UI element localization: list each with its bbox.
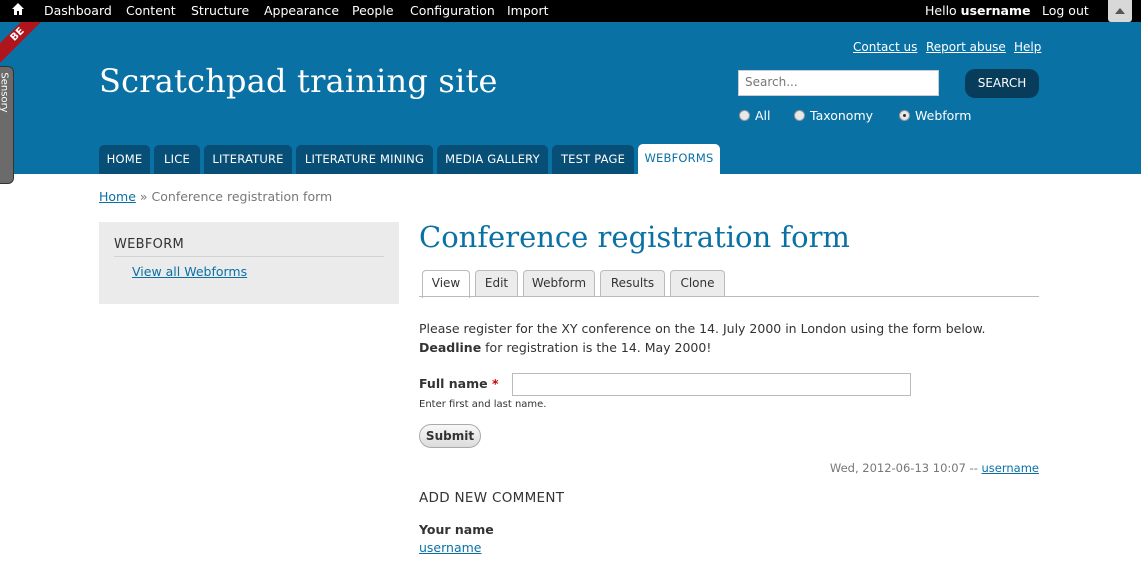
toolbar-appearance[interactable]: Appearance [264,3,339,18]
site-header: BE Sensory Scratchpad training site Cont… [0,22,1141,184]
deadline-text: for registration is the 14. May 2000! [481,340,712,355]
tab-webforms[interactable]: WEBFORMS [638,144,720,174]
breadcrumb-home-link[interactable]: Home [99,189,136,204]
breadcrumb-current: Conference registration form [151,189,333,204]
toolbar-dashboard[interactable]: Dashboard [44,3,112,18]
breadcrumb: Home » Conference registration form [99,189,332,204]
required-marker: * [491,376,499,391]
tab-literature[interactable]: LITERATURE [204,145,292,174]
search-scope-webform[interactable]: Webform [899,108,971,123]
site-name[interactable]: Scratchpad training site [99,62,498,100]
intro-line-1: Please register for the XY conference on… [419,321,986,336]
search-scope-taxonomy[interactable]: Taxonomy [794,108,873,123]
side-feedback-tab[interactable]: Sensory [0,66,14,184]
radio-icon [794,110,805,121]
full-name-label: Full name * [419,376,498,391]
tab-webform[interactable]: Webform [523,270,595,297]
add-comment-heading: ADD NEW COMMENT [419,490,565,506]
your-name-user-link[interactable]: username [419,540,482,555]
block-title: WEBFORM [114,237,185,252]
report-abuse-link[interactable]: Report abuse [926,40,1006,54]
side-tab-label: Sensory [0,72,10,113]
deadline-label: Deadline [419,340,482,355]
toolbar-configuration[interactable]: Configuration [410,3,495,18]
search-button[interactable]: SEARCH [965,69,1039,98]
submitted-date: Wed, 2012-06-13 10:07 -- [829,461,978,475]
full-name-description: Enter first and last name. [419,399,547,410]
toolbar-greeting: Hello username [925,3,1031,18]
toolbar-logout[interactable]: Log out [1042,3,1089,18]
tab-edit[interactable]: Edit [475,270,518,297]
toolbar-import[interactable]: Import [507,3,549,18]
tab-home[interactable]: HOME [99,145,150,174]
radio-label: All [755,108,771,123]
search-input[interactable]: Search... [738,70,939,96]
view-all-webforms-link[interactable]: View all Webforms [132,264,247,279]
radio-icon [739,110,750,121]
full-name-input[interactable] [512,373,911,396]
block-divider [114,256,384,257]
toolbar-structure[interactable]: Structure [191,3,249,18]
greeting-prefix: Hello [925,3,957,18]
page-title: Conference registration form [419,220,850,254]
tab-lice[interactable]: LICE [154,145,200,174]
home-icon[interactable] [11,2,25,16]
submit-button[interactable]: Submit [419,424,481,448]
toolbar-username[interactable]: username [961,3,1031,18]
radio-label: Taxonomy [810,108,874,123]
toolbar-toggle-button[interactable] [1108,0,1132,22]
admin-toolbar: Dashboard Content Structure Appearance P… [0,0,1141,22]
radio-selected-icon [899,110,910,121]
contact-us-link[interactable]: Contact us [853,40,917,54]
tab-view[interactable]: View [422,270,470,298]
submitted-user-link[interactable]: username [982,461,1040,475]
help-link[interactable]: Help [1014,40,1041,54]
sidebar-webform-block: WEBFORM View all Webforms [99,222,399,304]
intro-line-2: Deadline for registration is the 14. May… [419,338,1039,357]
tabs-divider [419,296,1039,297]
tab-media-gallery[interactable]: MEDIA GALLERY [437,145,548,174]
tab-literature-mining[interactable]: LITERATURE MINING [296,145,433,174]
search-scope-all[interactable]: All [739,108,771,123]
breadcrumb-separator: » [139,189,148,204]
toolbar-people[interactable]: People [352,3,394,18]
environment-ribbon: BE [0,22,44,66]
submitted-info: Wed, 2012-06-13 10:07 -- username [830,461,1039,475]
tab-clone[interactable]: Clone [670,270,725,297]
tab-test-page[interactable]: TEST PAGE [552,145,634,174]
full-name-label-text: Full name [419,376,488,391]
your-name-label: Your name [419,522,494,537]
tab-results[interactable]: Results [600,270,665,297]
radio-label: Webform [915,108,972,123]
toolbar-content[interactable]: Content [126,3,176,18]
ribbon-text: BE [0,22,44,66]
form-intro: Please register for the XY conference on… [419,319,1039,357]
